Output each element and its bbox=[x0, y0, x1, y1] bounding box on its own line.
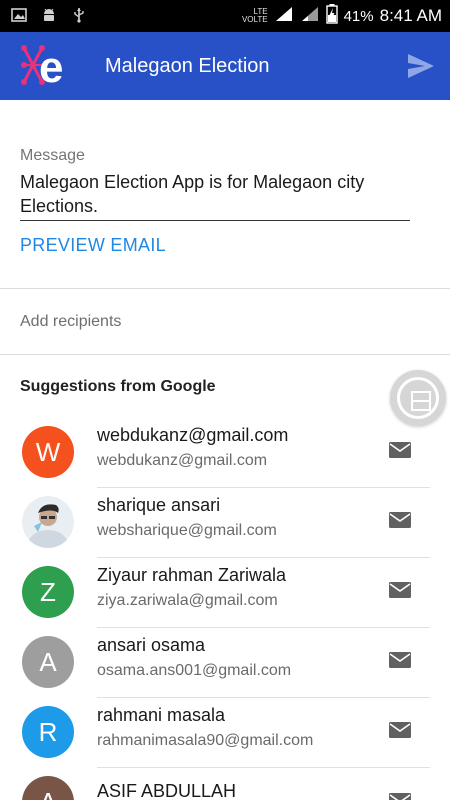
message-label: Message bbox=[20, 147, 85, 164]
usb-icon bbox=[70, 6, 88, 24]
floating-assistive-button[interactable] bbox=[390, 370, 446, 426]
mail-icon[interactable] bbox=[388, 721, 412, 739]
profile-photo bbox=[22, 496, 74, 548]
image-icon bbox=[10, 6, 28, 24]
message-input[interactable]: Malegaon Election App is for Malegaon ci… bbox=[20, 170, 415, 218]
avatar: A bbox=[22, 636, 74, 688]
avatar bbox=[22, 496, 74, 548]
contact-name: ansari osama bbox=[97, 635, 206, 655]
avatar: Z bbox=[22, 566, 74, 618]
avatar: R bbox=[22, 706, 74, 758]
mail-icon[interactable] bbox=[388, 441, 412, 459]
battery-percent: 41% bbox=[343, 7, 374, 25]
divider bbox=[0, 288, 450, 289]
signal-icon bbox=[300, 5, 320, 28]
battery-charging-icon bbox=[325, 3, 338, 29]
contact-row[interactable]: A ASIF ABDULLAH bbox=[0, 768, 450, 800]
contact-name: webdukanz@gmail.com bbox=[97, 425, 289, 445]
assistive-ring bbox=[397, 377, 439, 419]
preview-email-button[interactable]: PREVIEW EMAIL bbox=[20, 235, 166, 256]
contact-row[interactable]: W webdukanz@gmail.com webdukanz@gmail.co… bbox=[0, 418, 450, 488]
contact-row[interactable]: A ansari osama osama.ans001@gmail.com bbox=[0, 628, 450, 698]
avatar: W bbox=[22, 426, 74, 478]
contact-email: websharique@gmail.com bbox=[97, 522, 277, 539]
message-underline bbox=[20, 220, 410, 221]
send-button[interactable] bbox=[406, 52, 436, 80]
mail-icon[interactable] bbox=[388, 581, 412, 599]
contact-email: ziya.zariwala@gmail.com bbox=[97, 592, 278, 609]
contact-row[interactable]: R rahmani masala rahmanimasala90@gmail.c… bbox=[0, 698, 450, 768]
svg-text:e: e bbox=[39, 43, 63, 90]
contact-row[interactable]: sharique ansari websharique@gmail.com bbox=[0, 488, 450, 558]
clock: 8:41 AM bbox=[379, 6, 442, 25]
signal-icon bbox=[274, 5, 294, 28]
contact-email: webdukanz@gmail.com bbox=[97, 452, 268, 469]
android-icon bbox=[40, 6, 58, 24]
mail-icon[interactable] bbox=[388, 511, 412, 529]
send-icon bbox=[408, 54, 434, 78]
window-icon bbox=[411, 391, 431, 411]
contact-name: Ziyaur rahman Zariwala bbox=[97, 565, 287, 585]
contact-name: rahmani masala bbox=[97, 705, 226, 725]
suggestions-heading: Suggestions from Google bbox=[20, 378, 216, 395]
avatar: A bbox=[22, 776, 74, 800]
network-label: LTE VOLTE bbox=[241, 7, 268, 24]
app-title: Malegaon Election bbox=[105, 55, 270, 77]
status-bar: LTE VOLTE 41% 8:41 AM bbox=[0, 0, 450, 32]
mail-icon[interactable] bbox=[388, 792, 412, 800]
contact-row[interactable]: Z Ziyaur rahman Zariwala ziya.zariwala@g… bbox=[0, 558, 450, 628]
divider bbox=[0, 354, 450, 355]
mail-icon[interactable] bbox=[388, 651, 412, 669]
contact-name: ASIF ABDULLAH bbox=[97, 781, 237, 800]
app-logo-icon: e bbox=[20, 42, 80, 92]
contact-name: sharique ansari bbox=[97, 495, 221, 515]
contact-email: rahmanimasala90@gmail.com bbox=[97, 732, 314, 749]
add-recipients-input[interactable]: Add recipients bbox=[20, 313, 121, 331]
app-bar: e Malegaon Election bbox=[0, 32, 450, 100]
contact-email: osama.ans001@gmail.com bbox=[97, 662, 292, 679]
